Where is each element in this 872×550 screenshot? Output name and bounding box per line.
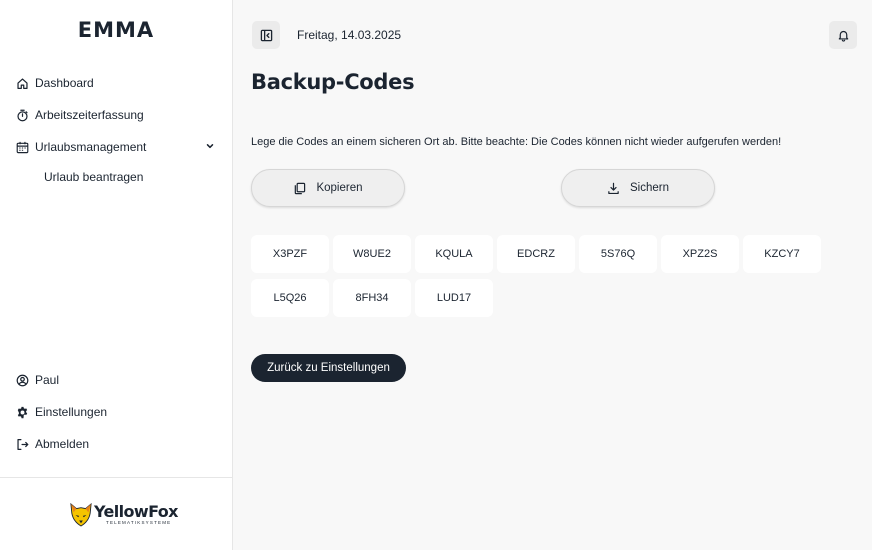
home-icon — [17, 77, 28, 89]
calendar-icon — [16, 141, 29, 153]
logout-icon — [17, 438, 29, 450]
logo-name: YellowFox — [94, 502, 179, 522]
sidebar-subitem-urlaub-beantragen[interactable]: Urlaub beantragen — [44, 167, 143, 187]
app-title: EMMA — [77, 18, 155, 42]
sidebar-item-label: Urlaubsmanagement — [35, 140, 147, 154]
user-circle-icon — [16, 374, 29, 386]
backup-code: EDCRZ — [497, 235, 575, 273]
backup-code-list: X3PZF W8UE2 KQULA EDCRZ 5S76Q XPZ2S KZCY… — [251, 235, 831, 317]
backup-code: LUD17 — [415, 279, 493, 317]
stopwatch-icon — [17, 109, 28, 121]
page-description: Lege die Codes an einem sicheren Ort ab.… — [251, 136, 782, 148]
fox-logo-icon — [70, 503, 92, 527]
sidebar-item-profile[interactable]: Paul — [16, 369, 216, 391]
sidebar-item-label: Einstellungen — [35, 405, 108, 419]
sidebar-toggle-button[interactable] — [252, 21, 280, 49]
sidebar-item-dashboard[interactable]: Dashboard — [16, 72, 216, 94]
sidebar-item-abmelden[interactable]: Abmelden — [16, 433, 216, 455]
sidebar-item-einstellungen[interactable]: Einstellungen — [16, 401, 216, 423]
backup-code: XPZ2S — [661, 235, 739, 273]
notifications-button[interactable] — [829, 21, 857, 49]
sidebar: EMMA Dashboard Arbeitszeiterfassung Urla… — [0, 0, 233, 550]
sidebar-item-arbeitszeiterfassung[interactable]: Arbeitszeiterfassung — [16, 104, 216, 126]
main-content: Freitag, 14.03.2025 Backup-Codes Lege di… — [233, 0, 872, 550]
backup-code: 5S76Q — [579, 235, 657, 273]
logo-tagline: TELEMATIKSYSTEME — [106, 520, 172, 526]
copy-button-label: Kopieren — [316, 182, 363, 194]
chevron-down-icon[interactable] — [204, 140, 216, 152]
copy-icon — [295, 182, 306, 194]
backup-code: KZCY7 — [743, 235, 821, 273]
gear-icon — [17, 406, 28, 418]
page-title: Backup-Codes — [251, 70, 415, 94]
sidebar-nav: Dashboard Arbeitszeiterfassung Urlaubsma… — [0, 72, 232, 187]
backup-code: W8UE2 — [333, 235, 411, 273]
sidebar-item-label: Abmelden — [35, 437, 90, 451]
sidebar-item-label: Paul — [35, 373, 60, 387]
sidebar-bottom-nav: Paul Einstellungen Abmelden — [0, 369, 232, 465]
back-to-settings-button[interactable]: Zurück zu Einstellungen — [251, 354, 406, 382]
backup-code: X3PZF — [251, 235, 329, 273]
backup-code: KQULA — [415, 235, 493, 273]
logo-wordmark: YellowFox TELEMATIKSYSTEME — [94, 502, 179, 526]
sidebar-item-label: Arbeitszeiterfassung — [35, 108, 144, 122]
sidebar-toggle-icon — [260, 29, 272, 41]
backup-code: 8FH34 — [333, 279, 411, 317]
bell-icon — [838, 30, 848, 42]
sidebar-item-urlaubsmanagement[interactable]: Urlaubsmanagement — [16, 136, 216, 158]
download-icon — [608, 182, 619, 194]
save-button[interactable]: Sichern — [561, 169, 715, 207]
sidebar-item-label: Dashboard — [35, 76, 94, 90]
save-button-label: Sichern — [630, 182, 669, 194]
current-date: Freitag, 14.03.2025 — [297, 28, 402, 42]
sidebar-divider — [0, 477, 232, 478]
yellowfox-logo: YellowFox TELEMATIKSYSTEME — [70, 502, 179, 527]
backup-code: L5Q26 — [251, 279, 329, 317]
copy-button[interactable]: Kopieren — [251, 169, 405, 207]
